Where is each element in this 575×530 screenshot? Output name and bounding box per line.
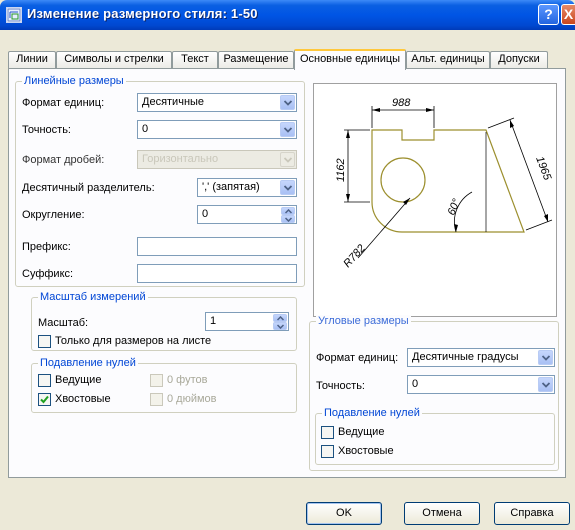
angular-unit-format-label: Формат единиц: (316, 352, 399, 364)
chevron-down-icon (280, 152, 295, 167)
zero-feet-checkbox (150, 374, 163, 387)
app-icon (6, 7, 22, 23)
angular-leading-zeros-label[interactable]: Ведущие (338, 426, 384, 439)
help-button[interactable]: Справка (494, 502, 570, 525)
chevron-down-icon[interactable] (280, 180, 295, 195)
precision-value: 0 (142, 123, 149, 135)
precision-label: Точность: (22, 124, 71, 136)
prefix-input[interactable] (137, 237, 297, 256)
leading-zeros-label[interactable]: Ведущие (55, 374, 101, 387)
tab-lines[interactable]: Линии (8, 51, 56, 68)
spin-up-icon[interactable] (281, 207, 295, 215)
spin-down-icon[interactable] (273, 322, 287, 330)
roundoff-label: Округление: (22, 209, 85, 221)
title-bar[interactable]: Изменение размерного стиля: 1-50 ? X (0, 0, 575, 30)
dim-angle-text: 60° (446, 197, 464, 217)
angular-unit-format-select[interactable]: Десятичные градусы (407, 348, 555, 367)
zero-inches-checkbox (150, 393, 163, 406)
chevron-down-icon[interactable] (280, 95, 295, 110)
measurement-scale-title: Масштаб измерений (38, 291, 148, 304)
angular-dimensions-title: Угловые размеры (316, 315, 411, 328)
angular-leading-zeros-checkbox[interactable] (321, 426, 334, 439)
angular-trailing-zeros-checkbox[interactable] (321, 445, 334, 458)
scale-factor-value: 1 (210, 315, 217, 327)
layout-only-checkbox[interactable] (38, 335, 51, 348)
angular-precision-select[interactable]: 0 (407, 375, 555, 394)
zero-feet-label: 0 футов (167, 374, 208, 386)
tab-alternate-units[interactable]: Альт. единицы (406, 51, 490, 68)
decimal-separator-value: ',' (запятая) (202, 181, 260, 193)
spin-down-icon[interactable] (281, 215, 295, 223)
tab-fit[interactable]: Размещение (218, 51, 294, 68)
chevron-down-icon[interactable] (280, 122, 295, 137)
trailing-zeros-label[interactable]: Хвостовые (55, 393, 111, 406)
dim-top-text: 988 (392, 97, 411, 109)
tab-primary-units[interactable]: Основные единицы (294, 49, 406, 70)
spin-up-icon[interactable] (273, 314, 287, 322)
decimal-separator-label: Десятичный разделитель: (22, 182, 155, 194)
roundoff-value: 0 (202, 208, 209, 220)
close-button[interactable]: X (561, 4, 575, 25)
check-mark-icon (40, 395, 49, 404)
unit-format-value: Десятичные (142, 96, 205, 108)
fraction-format-value: Горизонтально (142, 153, 219, 165)
dimension-preview: 988 1162 1965 60° R782 (313, 83, 557, 317)
leading-zeros-checkbox[interactable] (38, 374, 51, 387)
suffix-label: Суффикс: (22, 268, 74, 280)
dim-left-text: 1162 (335, 158, 347, 182)
linear-zero-suppression-title: Подавление нулей (38, 357, 138, 370)
prefix-label: Префикс: (22, 241, 71, 253)
zero-inches-label: 0 дюймов (167, 393, 217, 405)
angular-unit-format-value: Десятичные градусы (412, 351, 519, 363)
precision-select[interactable]: 0 (137, 120, 297, 139)
roundoff-spinner[interactable]: 0 (197, 205, 297, 224)
scale-factor-label: Масштаб: (38, 317, 89, 329)
chevron-down-icon[interactable] (538, 350, 553, 365)
ok-button[interactable]: OK (306, 502, 382, 525)
angular-trailing-zeros-label[interactable]: Хвостовые (338, 445, 394, 458)
dim-radius-text: R782 (341, 242, 368, 270)
fraction-format-select: Горизонтально (137, 150, 297, 169)
dimension-style-dialog: Изменение размерного стиля: 1-50 ? X Лин… (0, 0, 575, 530)
window-title: Изменение размерного стиля: 1-50 (27, 6, 258, 21)
trailing-zeros-checkbox[interactable] (38, 393, 51, 406)
help-title-button[interactable]: ? (538, 4, 559, 25)
angular-precision-label: Точность: (316, 380, 365, 392)
dim-right-text: 1965 (533, 155, 553, 183)
tab-symbols-arrows[interactable]: Символы и стрелки (56, 51, 172, 68)
scale-factor-spinner[interactable]: 1 (205, 312, 289, 331)
fraction-format-label: Формат дробей: (22, 154, 105, 166)
chevron-down-icon[interactable] (538, 377, 553, 392)
layout-only-label[interactable]: Только для размеров на листе (55, 335, 211, 348)
tab-tolerances[interactable]: Допуски (490, 51, 548, 68)
tab-text[interactable]: Текст (172, 51, 218, 68)
decimal-separator-select[interactable]: ',' (запятая) (197, 178, 297, 197)
cancel-button[interactable]: Отмена (404, 502, 480, 525)
unit-format-label: Формат единиц: (22, 97, 105, 109)
suffix-input[interactable] (137, 264, 297, 283)
primary-units-page: Линейные размеры Формат единиц: Десятичн… (8, 68, 566, 478)
angular-zero-suppression-title: Подавление нулей (322, 407, 422, 420)
linear-dimensions-title: Линейные размеры (22, 75, 126, 88)
unit-format-select[interactable]: Десятичные (137, 93, 297, 112)
angular-precision-value: 0 (412, 378, 419, 390)
